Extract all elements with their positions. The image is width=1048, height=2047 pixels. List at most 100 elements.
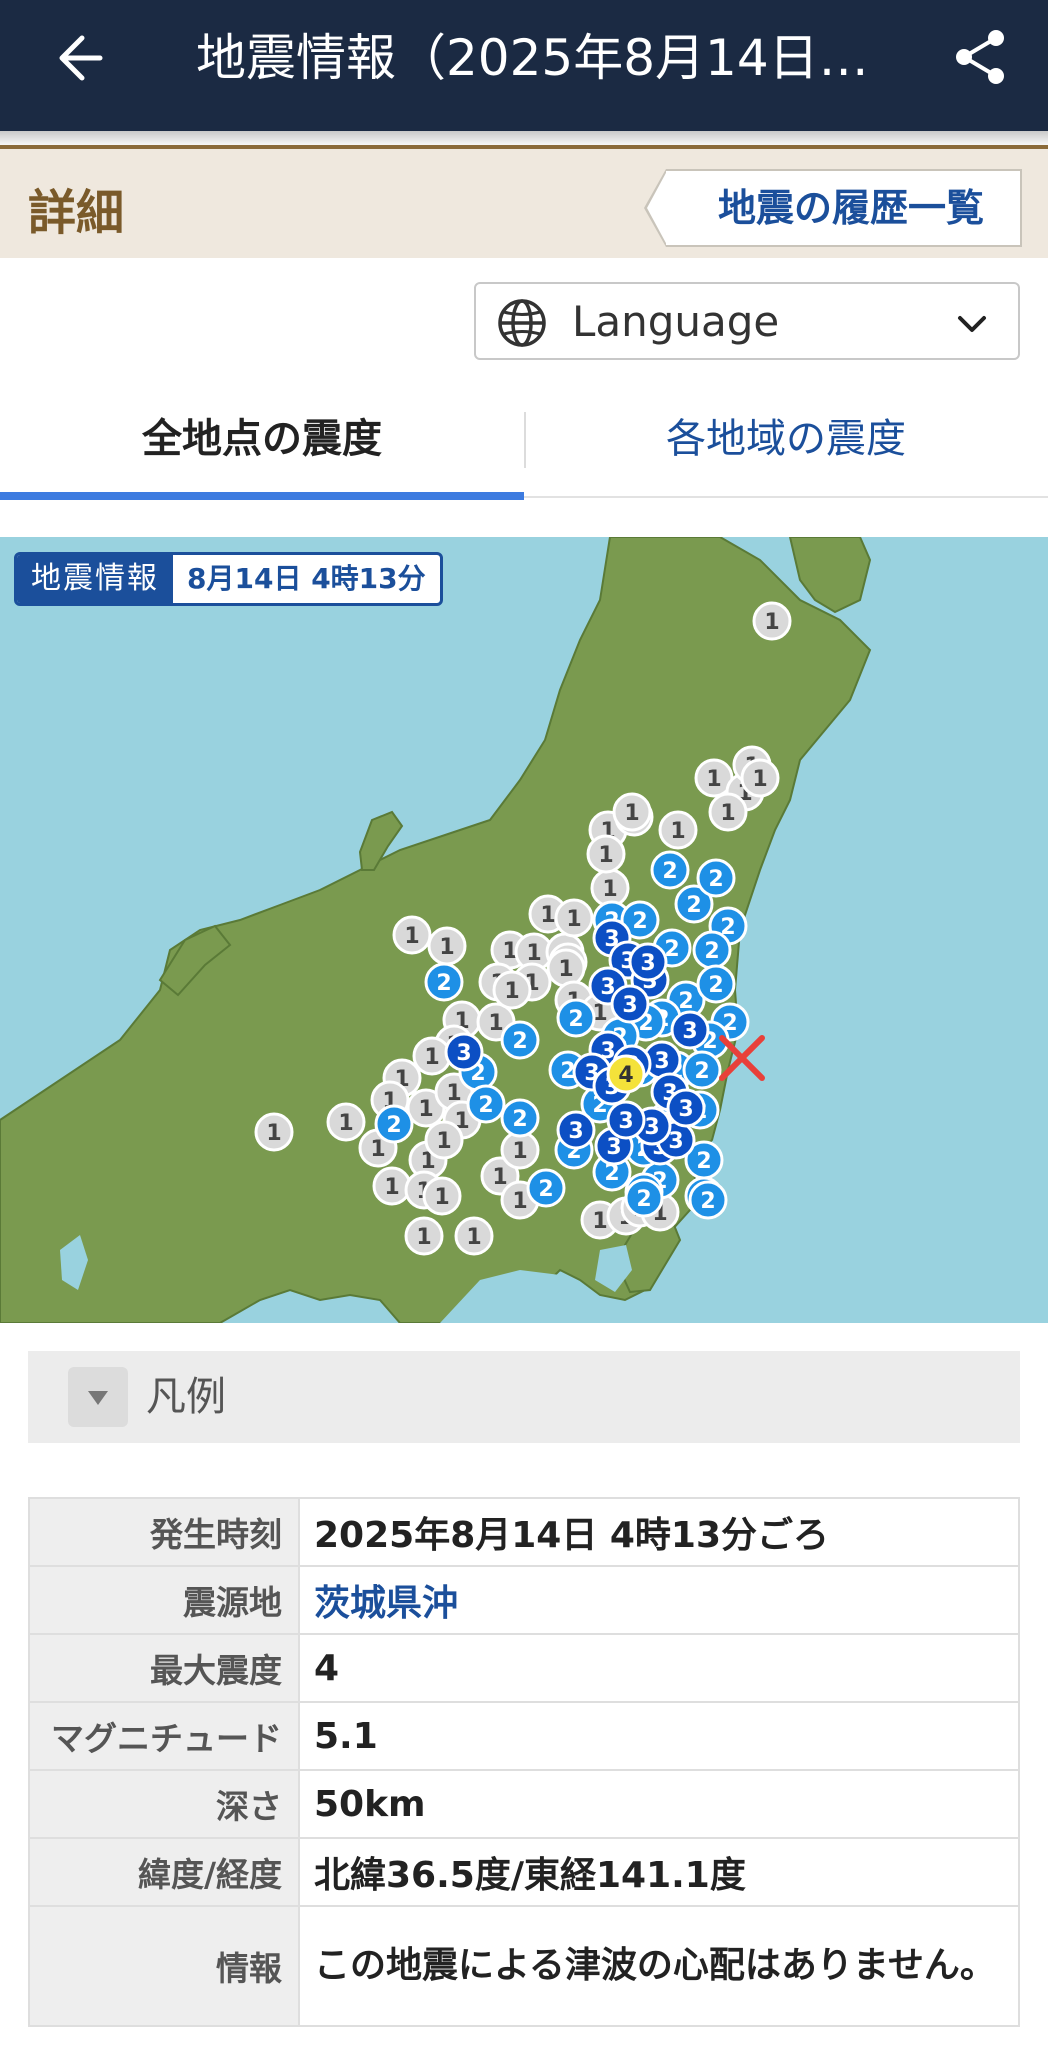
marker-label: 1 (566, 907, 581, 932)
intensity-marker-2: 2 (688, 1180, 728, 1220)
row-value-magnitude: 5.1 (298, 1701, 1020, 1771)
intensity-marker-1: 1 (752, 601, 792, 641)
row-key-latlon: 緯度/経度 (28, 1837, 300, 1907)
header-shadow (0, 131, 1048, 145)
marker-label: 1 (558, 957, 573, 982)
intensity-marker-1: 1 (740, 758, 780, 798)
intensity-marker-2: 2 (526, 1168, 566, 1208)
marker-label: 1 (434, 1185, 449, 1210)
marker-label: 1 (720, 801, 735, 826)
intensity-marker-3: 3 (610, 984, 650, 1024)
row-key-depth: 深さ (28, 1769, 300, 1839)
intensity-marker-1: 1 (554, 898, 594, 938)
table-row: 発生時刻 2025年8月14日 4時13分ごろ (28, 1497, 1020, 1567)
marker-label: 1 (436, 1129, 451, 1154)
row-key-magnitude: マグニチュード (28, 1701, 300, 1771)
marker-label: 3 (456, 1041, 471, 1066)
marker-label: 1 (439, 935, 454, 960)
marker-label: 2 (704, 939, 719, 964)
intensity-marker-1: 1 (392, 915, 432, 955)
intensity-marker-2: 2 (692, 930, 732, 970)
marker-label: 3 (668, 1129, 683, 1154)
marker-label: 1 (592, 1209, 607, 1234)
page-title: 地震情報（2025年8月14日… (196, 29, 869, 87)
marker-label: 1 (526, 941, 541, 966)
marker-label: 3 (618, 1109, 633, 1134)
table-row: 最大震度 4 (28, 1633, 1020, 1703)
row-value-latlon: 北緯36.5度/東経141.1度 (298, 1837, 1020, 1907)
intensity-marker-4: 4 (606, 1054, 646, 1094)
intensity-marker-3: 3 (606, 1100, 646, 1140)
tab-all-points[interactable]: 全地点の震度 (0, 392, 524, 500)
intensity-marker-3: 3 (670, 1010, 710, 1050)
triangle-down-icon[interactable] (68, 1367, 128, 1427)
map-badge-time: 8月14日 4時13分 (187, 562, 426, 595)
earthquake-info-table: 発生時刻 2025年8月14日 4時13分ごろ 震源地 茨城県沖 最大震度 4 … (28, 1497, 1020, 2027)
earthquake-history-button[interactable]: 地震の履歴一覧 (644, 169, 1022, 247)
intensity-tabs: 全地点の震度 各地域の震度 (0, 392, 1048, 500)
intensity-marker-1: 1 (326, 1102, 366, 1142)
marker-label: 3 (606, 1135, 621, 1160)
intensity-marker-2: 2 (556, 998, 596, 1038)
marker-label: 1 (602, 877, 617, 902)
marker-label: 1 (752, 767, 767, 792)
table-row: マグニチュード 5.1 (28, 1701, 1020, 1771)
marker-label: 1 (764, 610, 779, 635)
marker-label: 1 (504, 979, 519, 1004)
language-select[interactable]: Language (474, 282, 1020, 360)
marker-label: 2 (632, 909, 647, 934)
map-time-badge: 地震情報 8月14日 4時13分 (14, 552, 443, 606)
detail-section-bar: 詳細 地震の履歴一覧 (0, 145, 1048, 258)
marker-label: 3 (644, 1115, 659, 1140)
epicenter-link[interactable]: 茨城県沖 (298, 1565, 1020, 1635)
row-value-time: 2025年8月14日 4時13分ごろ (298, 1497, 1020, 1567)
marker-label: 2 (436, 971, 451, 996)
legend-toggle[interactable]: 凡例 (28, 1351, 1020, 1443)
app-header: 地震情報（2025年8月14日… (0, 0, 1048, 131)
marker-label: 1 (384, 1175, 399, 1200)
marker-label: 2 (636, 1187, 651, 1212)
marker-label: 1 (624, 801, 639, 826)
intensity-marker-2: 2 (650, 850, 690, 890)
marker-label: 2 (708, 973, 723, 998)
marker-label: 4 (618, 1063, 633, 1088)
marker-label: 1 (540, 903, 555, 928)
marker-label: 3 (678, 1097, 693, 1122)
marker-label: 2 (678, 989, 693, 1014)
intensity-marker-1: 1 (708, 792, 748, 832)
row-key-epicenter: 震源地 (28, 1565, 300, 1635)
back-arrow-icon[interactable] (48, 28, 108, 88)
marker-label: 2 (708, 867, 723, 892)
intensity-marker-2: 2 (696, 964, 736, 1004)
marker-label: 1 (488, 1011, 503, 1036)
marker-label: 1 (706, 767, 721, 792)
intensity-marker-1: 1 (254, 1112, 294, 1152)
table-row: 緯度/経度 北緯36.5度/東経141.1度 (28, 1837, 1020, 1907)
share-icon[interactable] (950, 26, 1012, 88)
marker-label: 1 (492, 1165, 507, 1190)
intensity-map[interactable]: 1111111111111111111111111111111111111111… (0, 537, 1048, 1323)
marker-label: 2 (512, 1029, 527, 1054)
intensity-marker-1: 1 (422, 1176, 462, 1216)
intensity-marker-1: 1 (586, 834, 626, 874)
intensity-marker-1: 1 (372, 1166, 412, 1206)
marker-label: 3 (622, 993, 637, 1018)
marker-label: 2 (686, 893, 701, 918)
map-badge-label: 地震情報 (17, 555, 173, 603)
language-label: Language (572, 297, 780, 346)
intensity-marker-2: 2 (424, 962, 464, 1002)
intensity-marker-1: 1 (612, 792, 652, 832)
row-value-info: この地震による津波の心配はありません。 (298, 1905, 1020, 2027)
intensity-marker-2: 2 (466, 1084, 506, 1124)
marker-label: 1 (512, 1189, 527, 1214)
intensity-marker-1: 1 (404, 1216, 444, 1256)
marker-label: 1 (512, 1139, 527, 1164)
intensity-marker-2: 2 (624, 1178, 664, 1218)
intensity-marker-3: 3 (444, 1032, 484, 1072)
marker-label: 1 (466, 1225, 481, 1250)
table-row: 情報 この地震による津波の心配はありません。 (28, 1905, 1020, 2027)
intensity-marker-2: 2 (500, 1020, 540, 1060)
marker-label: 2 (386, 1113, 401, 1138)
row-key-max-intensity: 最大震度 (28, 1633, 300, 1703)
tab-each-region[interactable]: 各地域の震度 (524, 392, 1048, 498)
